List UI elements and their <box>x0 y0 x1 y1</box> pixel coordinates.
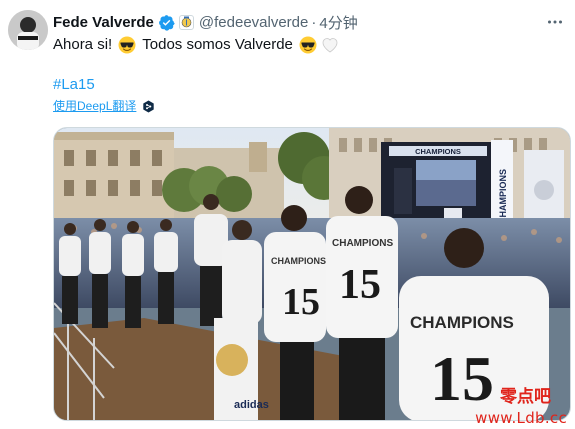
tweet-text: Ahora si! Todos somos Valverde <box>53 35 341 55</box>
separator-dot: · <box>311 13 317 31</box>
jersey-sponsor: adidas <box>234 399 269 411</box>
jersey-text: CHAMPIONS <box>410 313 514 332</box>
tweet-card: Fede Valverde @fedeevalverde · 4分钟 Ahora… <box>0 0 575 429</box>
jersey-text: CHAMPIONS <box>271 256 326 266</box>
tweet-time[interactable]: 4分钟 <box>319 12 357 33</box>
more-options-icon[interactable] <box>545 12 565 32</box>
tweet-photo[interactable]: CHAMPIONS CHAMPIONS adidas CHAMPIONS 15 … <box>53 127 571 421</box>
white-heart-emoji-icon <box>321 36 339 54</box>
vertical-banner-text: CHAMPIONS <box>498 169 508 224</box>
jersey-number: 15 <box>282 281 320 323</box>
vertical-banner: CHAMPIONS <box>491 140 564 226</box>
tweet-header: Fede Valverde @fedeevalverde · 4分钟 <box>53 12 565 32</box>
sunglasses-emoji-icon <box>299 36 317 54</box>
club-badge-icon <box>178 14 194 30</box>
author-name[interactable]: Fede Valverde <box>53 14 154 31</box>
site-watermark: www.Ldb.cc <box>475 409 567 427</box>
sunglasses-emoji-icon <box>118 36 136 54</box>
deepl-icon <box>142 100 155 113</box>
screen-banner: CHAMPIONS <box>415 147 461 156</box>
photo-watermark: 零点吧 <box>499 386 551 407</box>
tweet-text-part1: Ahora si! <box>53 36 117 53</box>
avatar[interactable] <box>8 10 48 50</box>
author-handle[interactable]: @fedeevalverde <box>199 14 308 31</box>
translate-label[interactable]: 使用DeepL翻译 <box>53 97 136 115</box>
hashtag-link[interactable]: #La15 <box>53 75 95 95</box>
jersey-number: 15 <box>339 262 381 308</box>
jersey-number: 15 <box>430 343 494 414</box>
jersey-text: CHAMPIONS <box>332 238 393 249</box>
translate-link[interactable]: 使用DeepL翻译 <box>53 97 155 115</box>
stage-screen: CHAMPIONS <box>381 142 491 226</box>
tweet-text-part2: Todos somos Valverde <box>138 36 298 53</box>
photo-scene: CHAMPIONS CHAMPIONS adidas CHAMPIONS 15 … <box>54 128 570 420</box>
verified-check-icon <box>158 14 175 31</box>
